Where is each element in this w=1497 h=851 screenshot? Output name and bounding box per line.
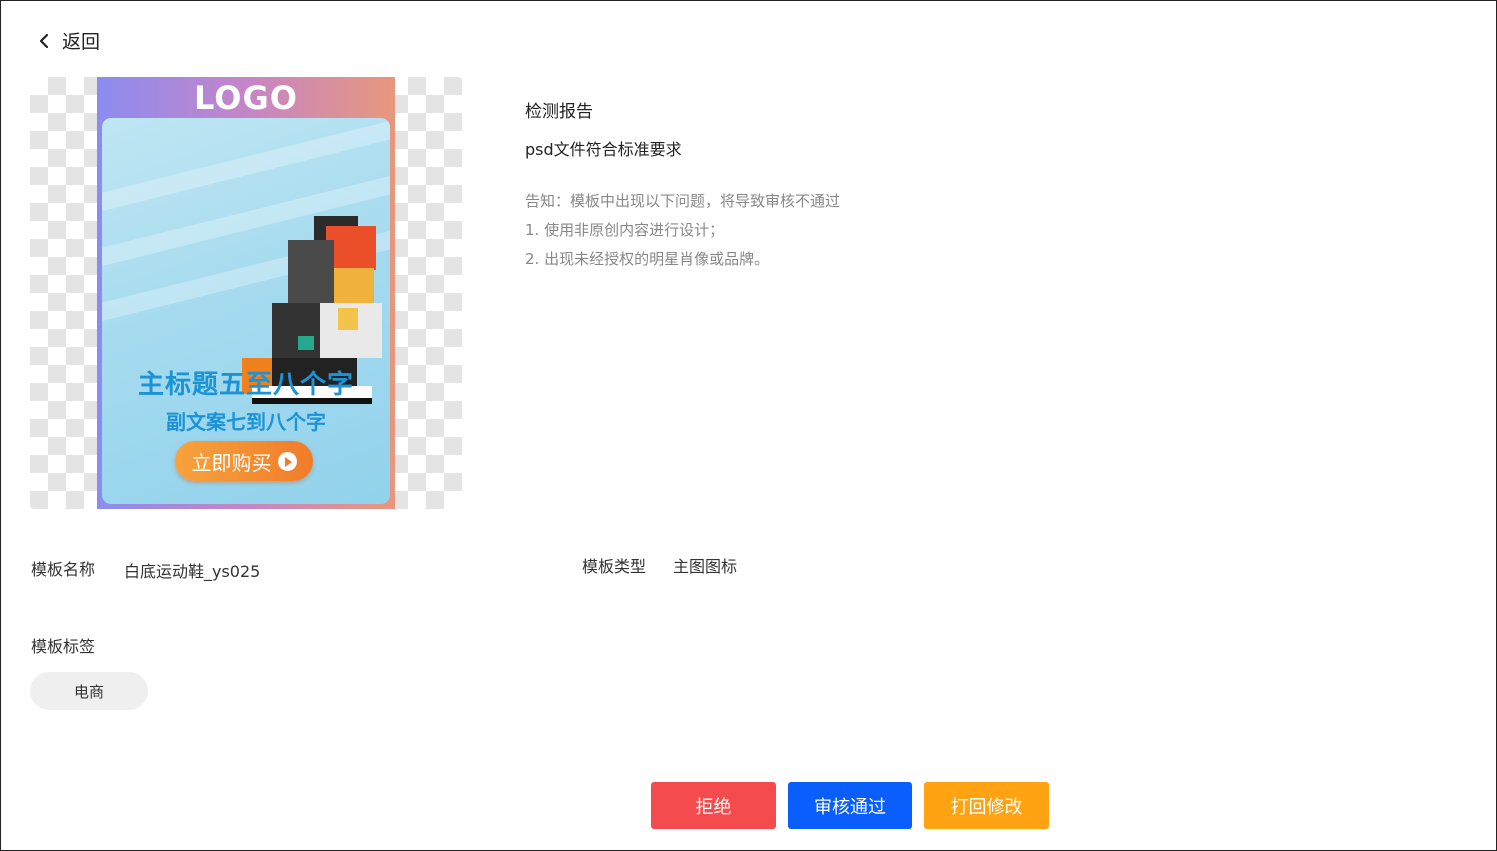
chevron-left-icon bbox=[39, 33, 49, 48]
template-type-value: 主图图标 bbox=[673, 557, 738, 576]
poster-body: 主标题五至八个字 副文案七到八个字 立即购买 bbox=[102, 118, 390, 504]
approve-button[interactable]: 审核通过 bbox=[788, 782, 912, 829]
poster-image: LOGO 主标题五至八个字 副文案七到八个字 立即购买 bbox=[97, 77, 395, 509]
template-tags-label: 模板标签 bbox=[31, 637, 96, 656]
template-preview: LOGO 主标题五至八个字 副文案七到八个字 立即购买 bbox=[30, 77, 462, 509]
report-title: 检测报告 bbox=[525, 102, 593, 122]
report-rule-2: 2. 出现未经授权的明星肖像或品牌。 bbox=[525, 250, 770, 268]
template-name-value: 白底运动鞋_ys025 bbox=[124, 562, 261, 581]
poster-logo: LOGO bbox=[194, 79, 298, 117]
poster-buy-label: 立即购买 bbox=[191, 450, 272, 475]
detection-report: 检测报告 psd文件符合标准要求 告知：模板中出现以下问题，将导致审核不通过 1… bbox=[525, 97, 840, 269]
back-button[interactable]: 返回 bbox=[36, 27, 100, 54]
report-rule-1: 1. 使用非原创内容进行设计； bbox=[525, 221, 725, 239]
return-for-revision-button[interactable]: 打回修改 bbox=[924, 782, 1049, 829]
poster-sub-title: 副文案七到八个字 bbox=[166, 410, 326, 434]
report-notice: 告知：模板中出现以下问题，将导致审核不通过 bbox=[525, 192, 841, 210]
back-label: 返回 bbox=[62, 31, 101, 53]
play-icon bbox=[277, 451, 297, 471]
template-type-label: 模板类型 bbox=[582, 557, 647, 576]
report-result: psd文件符合标准要求 bbox=[525, 140, 682, 159]
template-name-label: 模板名称 bbox=[31, 560, 96, 579]
tag-chip: 电商 bbox=[30, 672, 148, 710]
reject-button[interactable]: 拒绝 bbox=[651, 782, 776, 829]
poster-main-title: 主标题五至八个字 bbox=[137, 370, 354, 400]
poster-buy-button: 立即购买 bbox=[175, 441, 313, 481]
tag-label: 电商 bbox=[73, 682, 104, 701]
